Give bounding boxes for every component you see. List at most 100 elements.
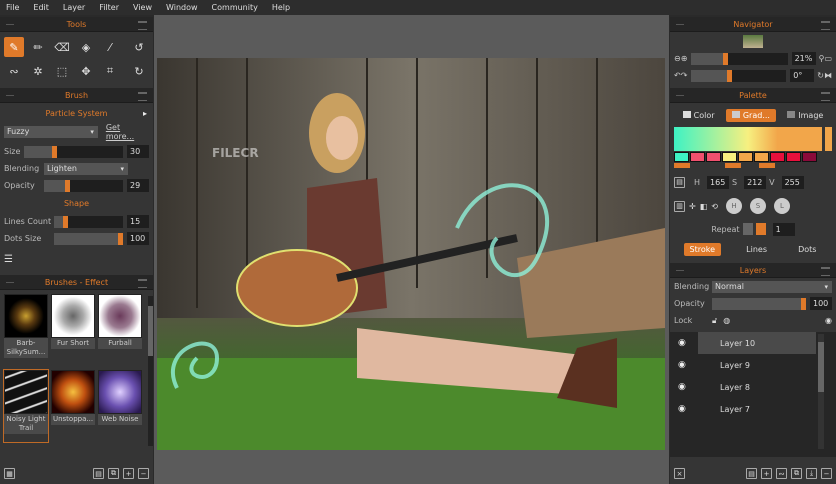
lightness-knob[interactable]: L: [773, 198, 790, 214]
layers-scrollbar[interactable]: [818, 334, 824, 449]
layer-blending-select[interactable]: Normal: [712, 280, 832, 293]
canvas-image[interactable]: FILECR: [157, 58, 665, 450]
layer-opacity-value[interactable]: 100: [810, 297, 832, 310]
brushes-header[interactable]: Brushes - Effect: [0, 275, 153, 290]
brush-item[interactable]: Fur Short: [51, 294, 95, 367]
dots-size-value[interactable]: 100: [127, 232, 149, 245]
brush-item[interactable]: Web Noise: [98, 369, 142, 443]
remove-layer-icon[interactable]: −: [821, 468, 832, 479]
layers-header[interactable]: Layers: [670, 263, 836, 278]
brush-remove-icon[interactable]: −: [138, 468, 149, 479]
eye-icon[interactable]: ◉: [678, 382, 698, 392]
zoom-slider[interactable]: [691, 52, 788, 65]
repeat-mode-on[interactable]: [755, 223, 766, 235]
get-more-link[interactable]: Get more...: [106, 123, 149, 141]
navigator-thumbnail[interactable]: [743, 34, 763, 48]
h-value[interactable]: 165: [707, 175, 730, 189]
opacity-value[interactable]: 29: [127, 179, 149, 192]
saturation-knob[interactable]: S: [749, 198, 766, 214]
brush-item[interactable]: Unstoppa...: [51, 369, 95, 443]
gradient-stop-swatch[interactable]: [690, 152, 705, 162]
smudge-tool-icon[interactable]: ∾: [4, 61, 24, 81]
brush-preset-select[interactable]: Fuzzy: [4, 125, 98, 138]
gradient-stop-swatch[interactable]: [722, 152, 737, 162]
eraser-tool-icon[interactable]: ⌫: [52, 37, 72, 57]
layer-item[interactable]: ◉ Layer 7: [670, 398, 836, 420]
layer-item[interactable]: ◉ Layer 8: [670, 376, 836, 398]
duplicate-layer-icon[interactable]: ⧉: [791, 468, 802, 479]
layer-opacity-slider[interactable]: [712, 297, 806, 310]
dots-size-slider[interactable]: [54, 232, 123, 245]
brush-item[interactable]: Barb-SilkySum...: [4, 294, 48, 367]
rotate-right-icon[interactable]: ↷: [681, 71, 688, 80]
menu-help[interactable]: Help: [272, 3, 290, 12]
gradient-stop-swatch[interactable]: [802, 152, 817, 162]
canvas-area[interactable]: FILECR: [154, 15, 669, 484]
brush-item[interactable]: Furball: [98, 294, 142, 367]
eye-icon[interactable]: ◉: [678, 338, 698, 348]
zoom-out-icon[interactable]: ⊖: [674, 54, 681, 63]
gradient-end-color[interactable]: [825, 127, 832, 151]
play-icon[interactable]: ▸: [143, 109, 147, 118]
hue-knob[interactable]: H: [725, 198, 742, 214]
flip-icon[interactable]: ↻⧓: [817, 71, 832, 80]
layer-fx-icon[interactable]: ▤: [746, 468, 757, 479]
fill-tool-icon[interactable]: ◈: [76, 37, 96, 57]
zoom-value[interactable]: 21%: [791, 52, 816, 65]
layer-item-selected[interactable]: ◉ Layer 10: [670, 332, 836, 354]
transform-tool-icon[interactable]: ✥: [76, 61, 96, 81]
redo-icon[interactable]: ↻: [129, 61, 149, 81]
menu-file[interactable]: File: [6, 3, 19, 12]
mode-stroke[interactable]: Stroke: [683, 242, 722, 256]
palette-header[interactable]: Palette: [670, 88, 836, 103]
lock-alpha-icon[interactable]: ◍: [723, 316, 730, 325]
crop-tool-icon[interactable]: ⌗: [100, 61, 120, 81]
rotate-left-icon[interactable]: ↶: [674, 71, 681, 80]
brush-header[interactable]: Brush: [0, 88, 153, 103]
tab-gradient[interactable]: Grad...: [725, 108, 776, 122]
tools-header[interactable]: Tools: [0, 17, 153, 32]
opacity-slider[interactable]: [44, 179, 123, 192]
brush-add-icon[interactable]: +: [123, 468, 134, 479]
v-value[interactable]: 255: [781, 175, 804, 189]
invert-icon[interactable]: ◧: [700, 202, 708, 211]
eye-icon[interactable]: ◉: [678, 404, 698, 414]
brush-item-selected[interactable]: Noisy Light Trail: [3, 368, 49, 443]
fit-icon[interactable]: ⚲▭: [819, 54, 832, 63]
brush-tool-icon[interactable]: ✎: [4, 37, 24, 57]
size-value[interactable]: 30: [127, 145, 149, 158]
gradient-editor-icon[interactable]: ▥: [674, 200, 685, 212]
delete-layer-icon[interactable]: ×: [674, 468, 685, 479]
eye-icon[interactable]: ◉: [678, 360, 698, 370]
lock-icon[interactable]: 🔓︎: [712, 316, 717, 326]
zoom-in-icon[interactable]: ⊕: [681, 54, 688, 63]
pencil-tool-icon[interactable]: ✏: [28, 37, 48, 57]
menu-view[interactable]: View: [133, 3, 152, 12]
gradient-stop-swatch[interactable]: [706, 152, 721, 162]
settings-sliders-icon[interactable]: ☰: [4, 254, 13, 265]
rotation-value[interactable]: 0°: [790, 69, 815, 82]
menu-community[interactable]: Community: [212, 3, 258, 12]
repeat-value[interactable]: 1: [772, 222, 795, 236]
gradient-stop-swatch[interactable]: [754, 152, 769, 162]
gradient-stop-swatch[interactable]: [674, 152, 689, 162]
brush-file-icon[interactable]: ▤: [93, 468, 104, 479]
lines-count-value[interactable]: 15: [127, 215, 149, 228]
gradient-stop-swatch[interactable]: [786, 152, 801, 162]
add-layer-icon[interactable]: +: [761, 468, 772, 479]
brushes-scrollbar[interactable]: [148, 296, 153, 446]
grid-view-icon[interactable]: ▦: [4, 468, 15, 479]
mode-dots[interactable]: Dots: [792, 243, 822, 256]
repeat-mode-off[interactable]: [742, 223, 753, 235]
rotation-slider[interactable]: [691, 69, 787, 82]
menu-filter[interactable]: Filter: [99, 3, 119, 12]
undo-icon[interactable]: ↺: [129, 37, 149, 57]
tab-color[interactable]: Color: [677, 109, 721, 122]
brush-duplicate-icon[interactable]: ⧉: [108, 468, 119, 479]
menu-edit[interactable]: Edit: [33, 3, 49, 12]
tab-image[interactable]: Image: [781, 109, 829, 122]
layer-visibility-icon[interactable]: ◉: [825, 316, 832, 325]
mode-lines[interactable]: Lines: [740, 243, 773, 256]
layer-item[interactable]: ◉ Layer 9: [670, 354, 836, 376]
add-stop-icon[interactable]: ✛: [689, 202, 696, 211]
